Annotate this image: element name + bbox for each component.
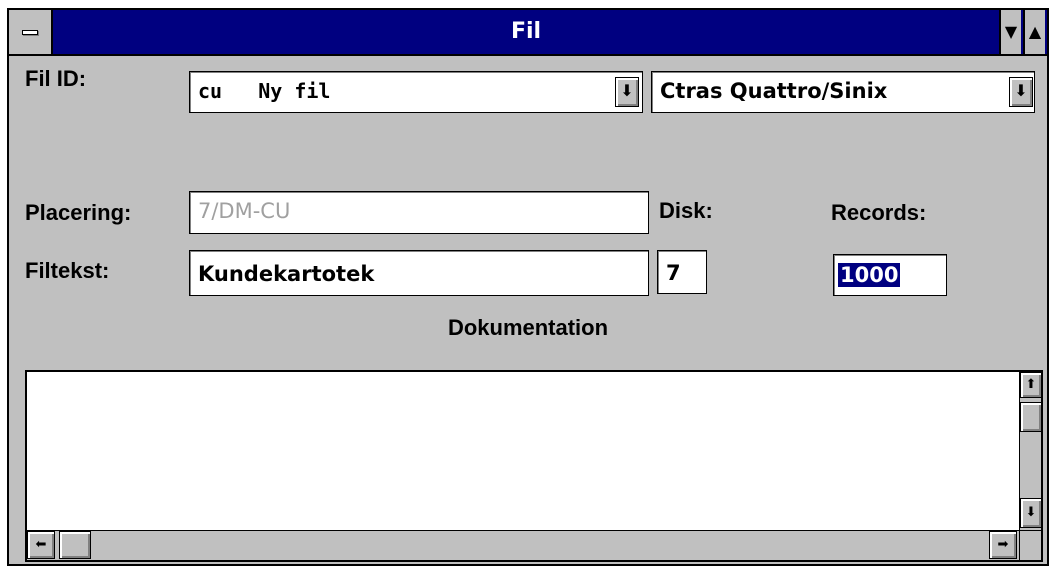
filtekst-input[interactable]: Kundekartotek (189, 250, 649, 296)
records-value-selected: 1000 (838, 263, 901, 287)
vertical-scrollbar[interactable]: ⬆ ⬇ (1019, 372, 1042, 530)
dokumentation-label: Dokumentation (447, 315, 609, 340)
scroll-up-button[interactable]: ⬆ (1020, 372, 1042, 398)
minimize-button[interactable]: ▼ (999, 10, 1021, 54)
file-type-select[interactable]: Ctras Quattro/Sinix (651, 71, 1035, 113)
vertical-scroll-thumb[interactable] (1020, 402, 1042, 432)
dokumentation-textarea[interactable]: ⬆ ⬇ ⬅ ➡ (25, 370, 1043, 562)
system-menu-icon (22, 30, 38, 35)
disk-input[interactable]: 7 (657, 250, 707, 294)
records-input[interactable]: 1000 (833, 254, 947, 296)
scrollbar-corner (1019, 530, 1041, 560)
fil-id-dropdown-button[interactable]: ⬇ (615, 77, 639, 107)
minimize-icon: ▼ (1004, 22, 1018, 41)
scroll-up-icon: ⬆ (1025, 377, 1037, 392)
scroll-left-button[interactable]: ⬅ (27, 531, 55, 559)
horizontal-scroll-thumb[interactable] (59, 531, 91, 559)
placering-label: Placering: (25, 200, 132, 225)
filtekst-label: Filtekst: (25, 258, 110, 283)
scroll-down-icon: ⬇ (1025, 505, 1037, 520)
scroll-down-button[interactable]: ⬇ (1020, 498, 1042, 528)
dropdown-arrow-icon: ⬇ (620, 81, 634, 100)
system-menu-button[interactable] (9, 10, 53, 54)
placering-field: 7/DM-CU (189, 191, 649, 234)
fil-id-select[interactable]: cu Ny fil (189, 71, 643, 113)
horizontal-scrollbar[interactable]: ⬅ ➡ (27, 530, 1019, 560)
records-label: Records: (831, 200, 927, 225)
scroll-right-icon: ➡ (997, 537, 1009, 552)
scroll-right-button[interactable]: ➡ (989, 531, 1017, 559)
disk-label: Disk: (659, 198, 713, 223)
fil-id-label: Fil ID: (25, 66, 87, 91)
scroll-left-icon: ⬅ (35, 537, 47, 552)
maximize-icon: ▲ (1028, 22, 1042, 41)
maximize-button[interactable]: ▲ (1023, 10, 1045, 54)
fil-window: Fil ▼ ▲ Fil ID: cu Ny fil ⬇ Ctras Quattr… (7, 8, 1049, 566)
title-bar[interactable]: Fil ▼ ▲ (9, 10, 1047, 56)
file-type-dropdown-button[interactable]: ⬇ (1009, 77, 1033, 107)
window-title: Fil (510, 19, 542, 44)
dropdown-arrow-icon: ⬇ (1014, 81, 1028, 100)
